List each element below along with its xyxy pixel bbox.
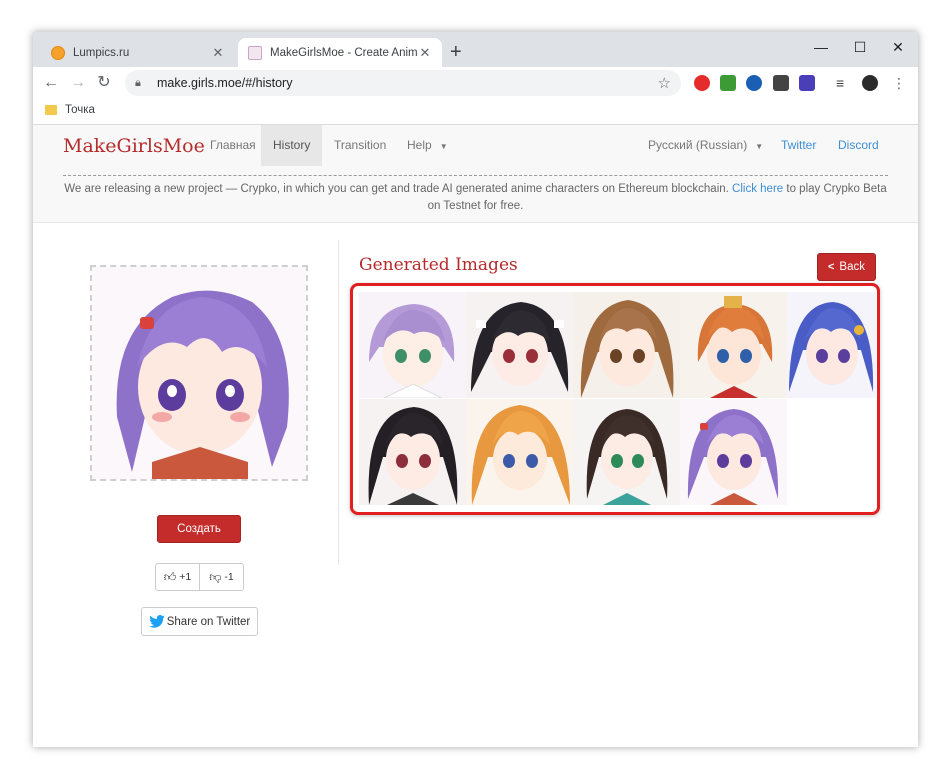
site-brand[interactable]: MakeGirlsMoe [63, 135, 205, 157]
announcement-text: We are releasing a new project — Crypko,… [63, 181, 888, 215]
vote-group: 👍︎ +1 👎︎ -1 [155, 563, 244, 591]
generated-thumbnail[interactable] [359, 399, 466, 505]
generated-thumbnail[interactable] [680, 399, 787, 505]
nav-home[interactable]: Главная [198, 125, 268, 166]
cube-extension-icon[interactable] [773, 75, 789, 91]
nav-transition[interactable]: Transition [322, 125, 398, 166]
thumbnail-image [573, 399, 680, 505]
share-twitter-button[interactable]: Share on Twitter [141, 607, 258, 636]
tab-title: Lumpics.ru [73, 46, 130, 59]
thumbnail-image [359, 292, 466, 398]
url-text: make.girls.moe/#/history [157, 76, 293, 90]
bookmark-label: Точка [65, 104, 95, 116]
lock-icon: 🔒︎ [135, 77, 141, 89]
back-button[interactable]: < Back [817, 253, 876, 281]
thumbs-down-icon: 👎︎ [209, 569, 222, 584]
character-portrait [92, 267, 306, 479]
caret-down-icon: ▼ [755, 142, 764, 151]
folder-icon [45, 105, 57, 115]
thumbnail-image [466, 399, 573, 505]
thumbnail-image [787, 292, 876, 398]
generated-thumbnail[interactable] [359, 292, 466, 398]
dotted-divider [63, 175, 888, 176]
generated-thumbnail[interactable] [466, 399, 573, 505]
announcement-link[interactable]: Click here [732, 183, 783, 195]
maximize-button[interactable]: ☐ [840, 36, 880, 58]
caret-down-icon: ▼ [439, 142, 448, 151]
twitter-bird-icon [148, 615, 165, 628]
profile-avatar[interactable] [862, 75, 878, 91]
thumbnail-image [359, 399, 466, 505]
nav-help[interactable]: Help ▼ [395, 125, 460, 166]
new-tab-button[interactable]: + [450, 40, 462, 64]
generated-thumbnail[interactable] [573, 292, 680, 398]
generated-thumbnail[interactable] [680, 292, 787, 398]
nav-help-label: Help [407, 138, 432, 152]
forward-arrow-icon[interactable]: → [67, 72, 89, 94]
panel-divider [338, 240, 339, 565]
tab-title: MakeGirlsMoe - Create Anime Ch [270, 46, 418, 59]
browser-window: Lumpics.ru ✕ MakeGirlsMoe - Create Anime… [33, 32, 918, 747]
site-navbar: MakeGirlsMoe Главная History Transition … [33, 125, 918, 223]
menu-dots-icon[interactable]: ⋮ [891, 75, 907, 91]
reload-icon[interactable]: ↻ [93, 72, 115, 94]
thumbnail-image [680, 292, 787, 398]
minimize-button[interactable]: — [801, 36, 841, 58]
bookmark-tochka[interactable]: Точка [45, 104, 95, 116]
title-bar: Lumpics.ru ✕ MakeGirlsMoe - Create Anime… [33, 32, 918, 67]
downvote-label: -1 [224, 571, 234, 583]
makegirlsmoe-favicon-icon [248, 45, 262, 60]
share-label: Share on Twitter [166, 615, 251, 628]
close-window-button[interactable]: ✕ [878, 36, 918, 58]
generated-images-title: Generated Images [359, 255, 518, 275]
playlist-icon[interactable]: ≡ [836, 75, 852, 91]
check-extension-icon[interactable] [720, 75, 736, 91]
tab-close-icon[interactable]: ✕ [418, 45, 432, 61]
tab-makegirlsmoe[interactable]: MakeGirlsMoe - Create Anime Ch ✕ [238, 38, 442, 67]
thumbnail-image [573, 292, 680, 398]
generated-thumbnail[interactable] [573, 399, 680, 505]
thumbnail-image [466, 292, 573, 398]
nav-language-label: Русский (Russian) [648, 138, 748, 152]
generated-images-gallery [350, 283, 880, 515]
tab-lumpics[interactable]: Lumpics.ru ✕ [41, 38, 235, 67]
bookmarks-bar: Точка [33, 99, 918, 125]
nav-language[interactable]: Русский (Russian) ▼ [636, 125, 775, 166]
browser-toolbar: ← → ↻ 🔒︎ make.girls.moe/#/history ☆ ≡ ⋮ [33, 67, 918, 99]
globe-extension-icon[interactable] [746, 75, 762, 91]
bookmark-star-icon[interactable]: ☆ [658, 74, 671, 92]
lumpics-favicon-icon [51, 45, 65, 60]
generated-thumbnail[interactable] [466, 292, 573, 398]
back-arrow-icon[interactable]: ← [40, 72, 62, 94]
thumbnail-image [680, 399, 787, 505]
nav-twitter[interactable]: Twitter [769, 125, 828, 166]
announcement-before: We are releasing a new project — Crypko,… [64, 183, 733, 195]
nav-history[interactable]: History [261, 125, 323, 166]
upvote-label: +1 [179, 571, 192, 583]
nav-discord[interactable]: Discord [826, 125, 891, 166]
downvote-button[interactable]: 👎︎ -1 [199, 564, 243, 590]
thumbs-up-icon: 👍︎ [163, 569, 177, 584]
opera-extension-icon[interactable] [694, 75, 710, 91]
ad-extension-icon[interactable] [799, 75, 815, 91]
chevron-left-icon: < [827, 261, 835, 273]
tab-close-icon[interactable]: ✕ [211, 45, 225, 61]
upvote-button[interactable]: 👍︎ +1 [156, 564, 199, 590]
address-bar[interactable]: 🔒︎ make.girls.moe/#/history ☆ [125, 70, 681, 96]
create-button[interactable]: Создать [157, 515, 241, 543]
generated-character-image [90, 265, 308, 481]
screenshot-stage: Lumpics.ru ✕ MakeGirlsMoe - Create Anime… [0, 0, 950, 780]
generated-thumbnail[interactable] [787, 292, 894, 398]
back-label: Back [839, 261, 865, 273]
